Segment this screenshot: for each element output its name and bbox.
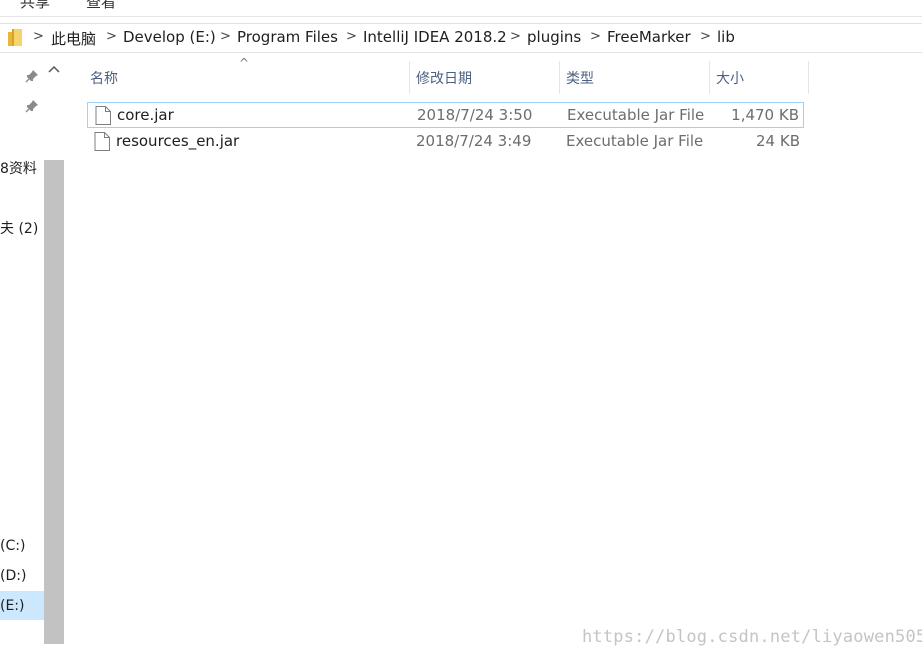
file-size: 1,470 KB [731, 106, 799, 124]
ribbon-tab-view[interactable]: 查看 [86, 0, 116, 12]
ribbon-tab-share[interactable]: 共享 [20, 0, 50, 12]
breadcrumb-freemarker[interactable]: FreeMarker [607, 28, 691, 46]
watermark-text: https://blog.csdn.net/liyaowen505 [582, 627, 922, 647]
ribbon-tabs: 共享 查看 [0, 0, 922, 14]
breadcrumb-separator[interactable]: > [106, 29, 117, 44]
nav-item-folder[interactable]: 8资料 [0, 158, 37, 178]
column-header-type[interactable]: 类型 [566, 68, 594, 88]
breadcrumb-separator[interactable]: > [700, 29, 711, 44]
pin-icon[interactable] [25, 69, 39, 83]
breadcrumb-separator[interactable]: > [510, 29, 521, 44]
file-icon [94, 132, 110, 151]
address-bar[interactable]: > 此电脑 > Develop (E:) > Program Files > I… [0, 23, 922, 53]
breadcrumb-separator[interactable]: > [590, 29, 601, 44]
file-type: Executable Jar File [566, 132, 704, 150]
breadcrumb-separator[interactable]: > [346, 29, 357, 44]
column-divider[interactable] [808, 61, 809, 94]
file-icon [95, 106, 111, 125]
column-headers: ^ 名称 修改日期 类型 大小 [64, 56, 922, 96]
column-divider[interactable] [409, 61, 410, 94]
column-divider[interactable] [709, 61, 710, 94]
sort-ascending-icon: ^ [239, 56, 250, 70]
pin-icon[interactable] [25, 99, 39, 113]
breadcrumb-separator[interactable]: > [33, 29, 44, 44]
breadcrumb-program-files[interactable]: Program Files [237, 28, 338, 46]
nav-item-drive-e[interactable]: (E:) [0, 598, 25, 614]
breadcrumb-lib[interactable]: lib [717, 28, 735, 46]
file-name: resources_en.jar [116, 132, 240, 150]
breadcrumb-separator[interactable]: > [220, 29, 231, 44]
file-name: core.jar [117, 106, 174, 124]
nav-item-drive-d[interactable]: (D:) [0, 568, 26, 584]
nav-item-drive-c[interactable]: (C:) [0, 538, 25, 554]
file-type: Executable Jar File [567, 106, 705, 124]
file-date: 2018/7/24 3:50 [417, 106, 533, 124]
file-row[interactable]: resources_en.jar 2018/7/24 3:49 Executab… [87, 129, 804, 155]
scroll-up-arrow-icon[interactable] [44, 60, 64, 80]
nav-scrollbar-thumb[interactable] [44, 160, 64, 644]
navigation-pane: 8资料 夫 (2) (C:) (D:) (E:) [0, 56, 64, 658]
column-header-name[interactable]: 名称 [90, 68, 118, 88]
breadcrumb-this-pc[interactable]: 此电脑 [51, 28, 96, 49]
folder-icon [8, 29, 22, 46]
column-header-size[interactable]: 大小 [716, 68, 744, 88]
file-row[interactable]: core.jar 2018/7/24 3:50 Executable Jar F… [87, 102, 804, 128]
file-size: 24 KB [756, 132, 800, 150]
file-date: 2018/7/24 3:49 [416, 132, 532, 150]
ribbon-divider [0, 16, 922, 17]
breadcrumb-plugins[interactable]: plugins [527, 28, 581, 46]
breadcrumb-intellij[interactable]: IntelliJ IDEA 2018.2 [363, 28, 507, 46]
column-divider[interactable] [559, 61, 560, 94]
nav-item-folder[interactable]: 夫 (2) [0, 218, 38, 238]
column-header-date[interactable]: 修改日期 [416, 68, 472, 88]
breadcrumb-develop-drive[interactable]: Develop (E:) [123, 28, 216, 46]
